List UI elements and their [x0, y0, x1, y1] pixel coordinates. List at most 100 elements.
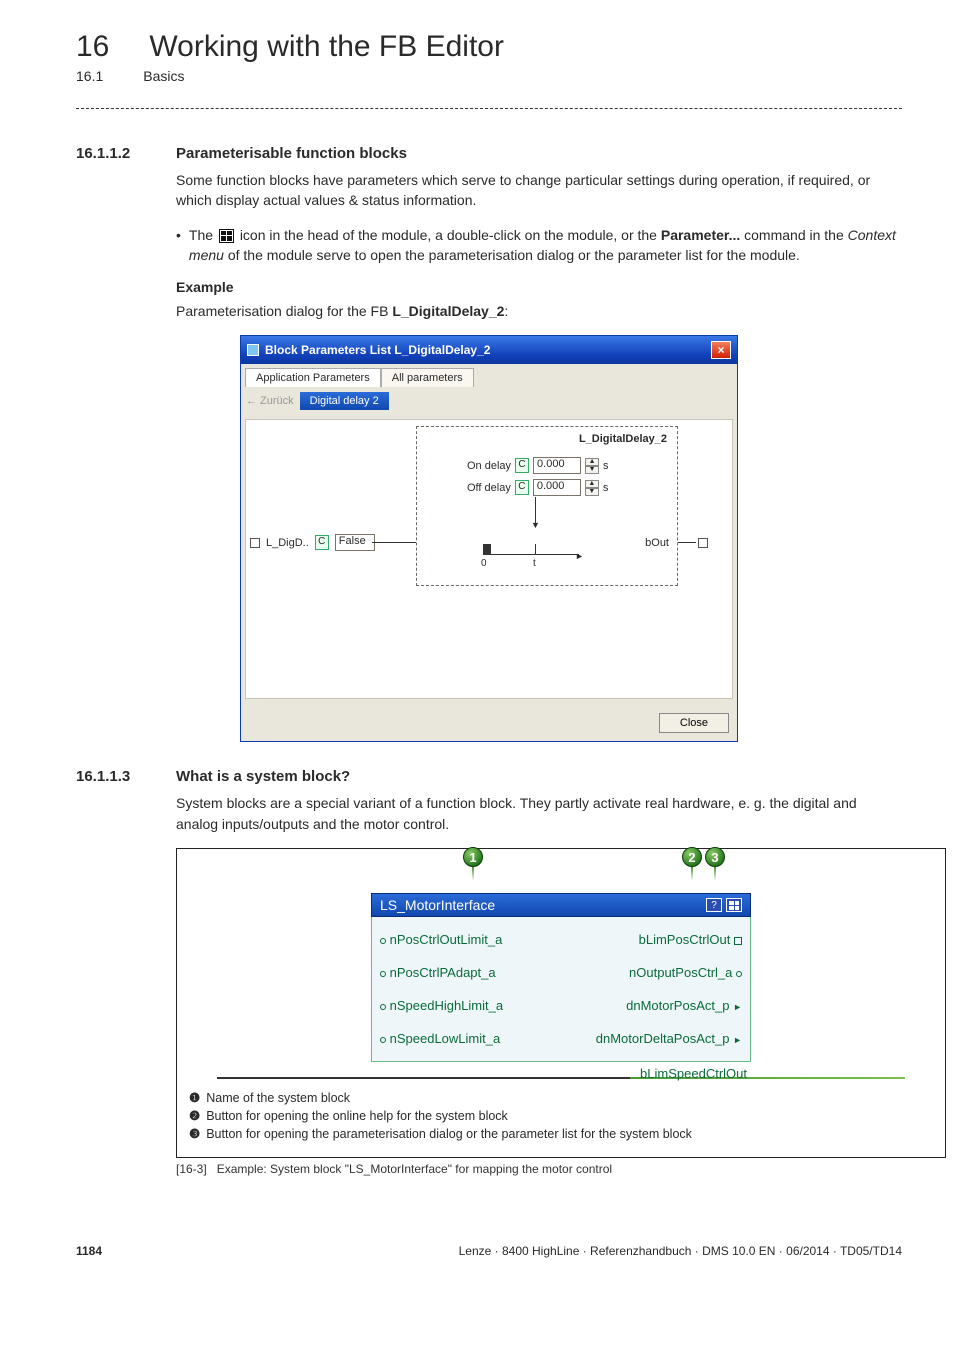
- port-in-label: nSpeedHighLimit_a: [390, 998, 503, 1013]
- port-out-label: bLimPosCtrlOut: [639, 932, 731, 947]
- back-label: Zurück: [260, 395, 294, 407]
- app-icon: [247, 344, 259, 356]
- port-dot-icon: [380, 1004, 386, 1010]
- dialog-titlebar: Block Parameters List L_DigitalDelay_2 ×: [241, 336, 737, 364]
- text-fragment: The: [189, 227, 217, 243]
- port-dot-icon: [380, 971, 386, 977]
- timing-arrow-icon: ►: [575, 551, 584, 561]
- port-row: nSpeedHighLimit_a dnMotorPosAct_p: [380, 989, 742, 1022]
- example-heading: Example: [176, 279, 902, 295]
- section-number: 16.1.1.3: [76, 768, 156, 785]
- c-badge[interactable]: C: [515, 480, 529, 495]
- tab-all-parameters[interactable]: All parameters: [381, 368, 474, 387]
- section-title: Parameterisable function blocks: [176, 145, 407, 162]
- command-name: Parameter...: [661, 227, 740, 243]
- parameter-dialog: Block Parameters List L_DigitalDelay_2 ×…: [240, 335, 738, 742]
- wire: [372, 542, 416, 543]
- port-row: nPosCtrlPAdapt_a nOutputPosCtrl_a: [380, 956, 742, 989]
- port-in-label: nSpeedLowLimit_a: [390, 1031, 501, 1046]
- section-paragraph: Some function blocks have parameters whi…: [176, 170, 902, 211]
- fb-name: L_DigitalDelay_2: [392, 303, 504, 319]
- on-delay-input[interactable]: 0.000: [533, 457, 581, 474]
- port-arrow-icon: [733, 1031, 742, 1046]
- chapter-number: 16: [76, 30, 109, 64]
- output-label: bOut: [645, 537, 669, 549]
- input-signal-label: L_DigD..: [266, 537, 309, 549]
- wire: [678, 542, 696, 543]
- port-dot-icon: [736, 971, 742, 977]
- port-dot-icon: [380, 938, 386, 944]
- bullet-text: The icon in the head of the module, a do…: [189, 225, 902, 266]
- on-delay-label: On delay: [467, 460, 511, 472]
- tab-application-parameters[interactable]: Application Parameters: [245, 368, 381, 387]
- example-intro: Parameterisation dialog for the FB L_Dig…: [176, 301, 902, 321]
- timing-t: t: [533, 558, 536, 569]
- port-box-icon: [734, 937, 742, 945]
- section-number: 16.1.1.2: [76, 145, 156, 162]
- text-fragment: Parameterisation dialog for the FB: [176, 303, 392, 319]
- port-out-label: dnMotorDeltaPosAct_p: [596, 1031, 730, 1046]
- parameter-icon: [219, 229, 234, 243]
- off-delay-spinner[interactable]: ▲▼: [585, 480, 599, 496]
- legend-symbol: ❶: [189, 1089, 200, 1107]
- callout-line: [691, 867, 693, 881]
- back-button[interactable]: ← Zurück: [246, 395, 294, 407]
- text-fragment: command in the: [744, 227, 848, 243]
- input-value[interactable]: False: [335, 534, 375, 551]
- chapter-title: Working with the FB Editor: [149, 30, 504, 64]
- unit-label: s: [603, 460, 609, 472]
- fb-box-title: L_DigitalDelay_2: [579, 433, 667, 445]
- callout-bubble: 1: [463, 847, 483, 867]
- output-port: [698, 538, 708, 548]
- systemblock-name: LS_MotorInterface: [380, 897, 495, 913]
- page-number: 1184: [76, 1244, 102, 1258]
- systemblock-header: LS_MotorInterface ?: [371, 893, 751, 917]
- dialog-canvas: L_DigD.. C False L_DigitalDelay_2 On del…: [245, 419, 733, 699]
- legend-text: Button for opening the online help for t…: [206, 1107, 508, 1125]
- callout-bubble: 2: [682, 847, 702, 867]
- port-out-label: nOutputPosCtrl_a: [629, 965, 732, 980]
- timing-axis: [483, 554, 579, 555]
- footer-meta: Lenze · 8400 HighLine · Referenzhandbuch…: [459, 1244, 902, 1258]
- port-in-label: nPosCtrlOutLimit_a: [390, 932, 503, 947]
- text-fragment: :: [504, 303, 508, 319]
- legend-text: Button for opening the parameterisation …: [206, 1125, 692, 1143]
- divider: [76, 108, 902, 109]
- section-title: What is a system block?: [176, 768, 350, 785]
- c-badge[interactable]: C: [315, 535, 329, 550]
- figure-legend: ❶ Name of the system block ❷ Button for …: [177, 1079, 945, 1157]
- systemblock-body: nPosCtrlOutLimit_a bLimPosCtrlOut nPosCt…: [371, 917, 751, 1062]
- off-delay-input[interactable]: 0.000: [533, 479, 581, 496]
- timing-zero: 0: [481, 558, 487, 569]
- text-fragment: icon in the head of the module, a double…: [240, 227, 661, 243]
- bullet-marker: •: [176, 225, 181, 266]
- callout-line: [472, 867, 474, 881]
- callout-line: [714, 867, 716, 881]
- close-button[interactable]: Close: [659, 713, 729, 733]
- callout-2: 2: [682, 847, 702, 881]
- port-out-label: dnMotorPosAct_p: [626, 998, 729, 1013]
- help-icon[interactable]: ?: [706, 898, 722, 912]
- section-paragraph: System blocks are a special variant of a…: [176, 793, 902, 834]
- text-fragment: of the module serve to open the paramete…: [228, 247, 800, 263]
- subchapter-title: Basics: [143, 68, 184, 84]
- parameter-icon[interactable]: [726, 898, 742, 912]
- callout-bubble: 3: [705, 847, 725, 867]
- function-block-box: L_DigitalDelay_2 On delay C 0.000 ▲▼ s O…: [416, 426, 678, 586]
- port-arrow-icon: [733, 998, 742, 1013]
- port-row: nPosCtrlOutLimit_a bLimPosCtrlOut: [380, 923, 742, 956]
- off-delay-label: Off delay: [467, 482, 511, 494]
- close-icon[interactable]: ×: [711, 341, 731, 359]
- c-badge[interactable]: C: [515, 458, 529, 473]
- timing-tick: [535, 544, 536, 554]
- callout-1: 1: [463, 847, 483, 881]
- on-delay-spinner[interactable]: ▲▼: [585, 458, 599, 474]
- caption-text: Example: System block "LS_MotorInterface…: [217, 1162, 612, 1176]
- arrow-down-icon: ▼: [531, 520, 540, 530]
- callout-3: 3: [705, 847, 725, 881]
- legend-symbol: ❸: [189, 1125, 200, 1143]
- port-in-label: nPosCtrlPAdapt_a: [390, 965, 496, 980]
- breadcrumb[interactable]: Digital delay 2: [300, 392, 389, 410]
- port-row: nSpeedLowLimit_a dnMotorDeltaPosAct_p: [380, 1022, 742, 1055]
- port-out-label-trailing: bLimSpeedCtrlOut: [640, 1066, 747, 1081]
